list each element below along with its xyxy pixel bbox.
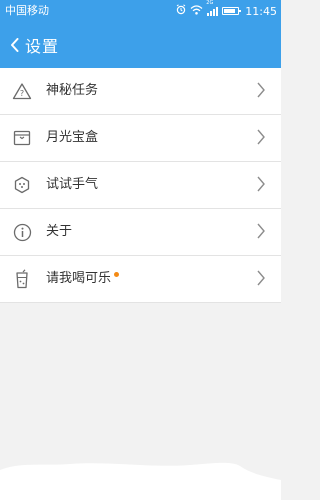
- info-icon: [12, 222, 32, 242]
- carrier-name: 中国移动: [5, 4, 49, 17]
- battery-icon: [222, 7, 242, 15]
- menu-item-label: 试试手气: [46, 177, 99, 192]
- menu-item-moonlight-box[interactable]: 月光宝盒: [0, 115, 281, 162]
- chevron-right-icon: [257, 176, 265, 196]
- alarm-icon: [176, 4, 186, 18]
- status-time: 11:45: [245, 4, 277, 18]
- settings-menu: ? 神秘任务 月光宝盒 试试手气 关于 请我喝可乐: [0, 68, 281, 303]
- box-icon: [12, 128, 32, 148]
- wifi-icon: [190, 4, 203, 18]
- menu-item-label: 月光宝盒: [46, 130, 99, 145]
- status-bar: 中国移动 2G 11:45: [0, 0, 281, 22]
- menu-item-mystery-task[interactable]: ? 神秘任务: [0, 68, 281, 115]
- menu-item-about[interactable]: 关于: [0, 209, 281, 256]
- menu-item-label: 请我喝可乐: [46, 270, 120, 288]
- app-bar: 设置: [0, 22, 281, 68]
- chevron-right-icon: [257, 82, 265, 102]
- bottom-decoration: [0, 462, 281, 500]
- dice-icon: [12, 175, 32, 195]
- warning-triangle-icon: ?: [12, 81, 32, 101]
- network-type: 2G: [206, 0, 214, 6]
- back-button[interactable]: 设置: [4, 22, 69, 68]
- chevron-right-icon: [257, 223, 265, 243]
- menu-item-label: 神秘任务: [46, 83, 99, 98]
- signal-icon: 2G: [206, 1, 219, 16]
- menu-item-label: 关于: [46, 224, 73, 239]
- menu-item-try-luck[interactable]: 试试手气: [0, 162, 281, 209]
- page-title: 设置: [25, 37, 60, 56]
- menu-item-label-text: 请我喝可乐: [46, 271, 112, 286]
- svg-text:?: ?: [20, 89, 24, 98]
- chevron-right-icon: [257, 129, 265, 149]
- new-badge-dot: [114, 272, 120, 277]
- menu-item-buy-cola[interactable]: 请我喝可乐: [0, 256, 281, 303]
- cola-cup-icon: [12, 269, 32, 289]
- chevron-right-icon: [257, 270, 265, 290]
- chevron-left-icon: [11, 38, 19, 52]
- status-icons: 2G 11:45: [176, 1, 277, 20]
